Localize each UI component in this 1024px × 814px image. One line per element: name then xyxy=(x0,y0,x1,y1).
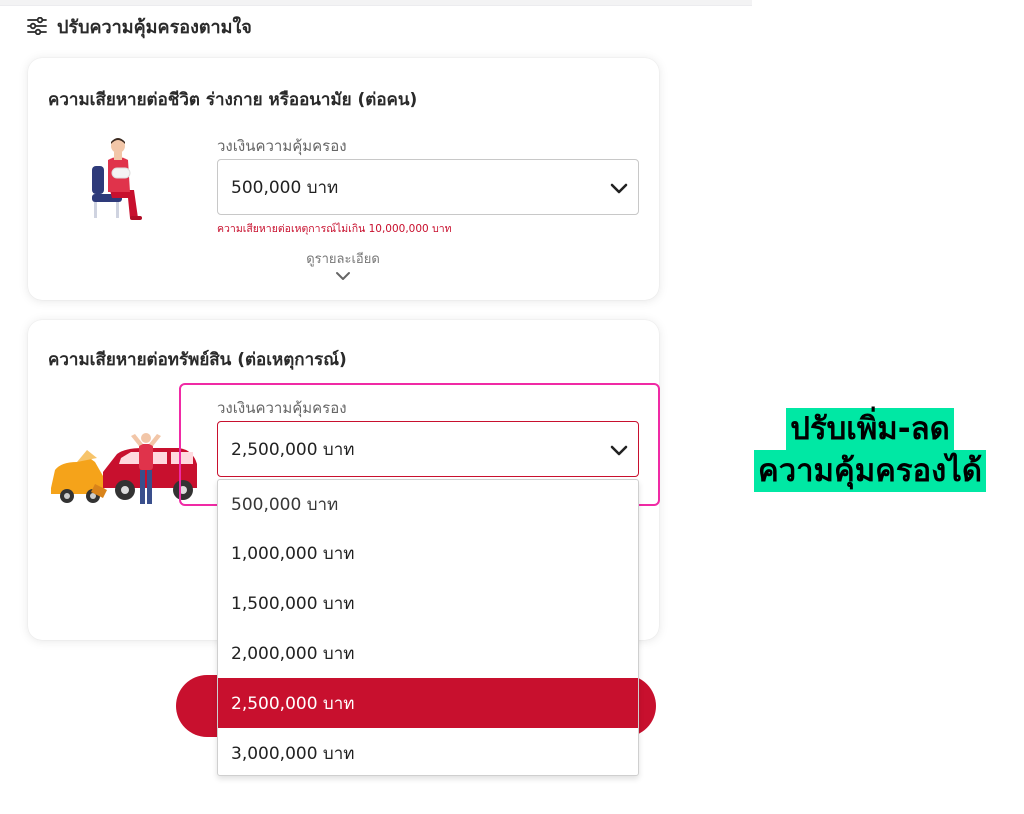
dropdown-option[interactable]: 2,000,000 บาท xyxy=(218,628,638,678)
bodily-injury-title: ความเสียหายต่อชีวิต ร่างกาย หรืออนามัย (… xyxy=(48,90,418,110)
bodily-injury-coverage-select[interactable]: 500,000 บาท xyxy=(217,159,639,215)
car-accident-illustration xyxy=(47,432,199,522)
bodily-injury-card: ความเสียหายต่อชีวิต ร่างกาย หรืออนามัย (… xyxy=(28,58,659,300)
dropdown-option[interactable]: 500,000 บาท xyxy=(218,480,638,528)
dropdown-option[interactable]: 1,000,000 บาท xyxy=(218,528,638,578)
property-damage-title: ความเสียหายต่อทรัพย์สิน (ต่อเหตุการณ์) xyxy=(48,350,347,370)
top-divider xyxy=(0,0,752,6)
coverage-settings-page: ปรับความคุ้มครองตามใจ ความเสียหายต่อชีวิ… xyxy=(0,0,1024,814)
annotation-line-2: ความคุ้มครองได้ xyxy=(753,450,987,492)
coverage-limit-label: วงเงินความคุ้มครอง xyxy=(217,399,347,417)
promo-annotation: ปรับเพิ่ม-ลด ความคุ้มครองได้ xyxy=(740,408,1000,492)
dropdown-option[interactable]: 3,000,000 บาท xyxy=(218,728,638,775)
selected-value: 2,500,000 บาท xyxy=(231,439,355,460)
annotation-line-1: ปรับเพิ่ม-ลด xyxy=(786,408,954,450)
section-heading: ปรับความคุ้มครองตามใจ xyxy=(27,14,252,38)
dropdown-option-selected[interactable]: 2,500,000 บาท xyxy=(218,678,638,728)
dropdown-option[interactable]: 1,500,000 บาท xyxy=(218,578,638,628)
chevron-down-icon xyxy=(610,442,628,462)
section-title: ปรับความคุ้มครองตามใจ xyxy=(57,16,252,38)
chevron-down-icon xyxy=(610,180,628,200)
view-details-label: ดูรายละเอียด xyxy=(306,252,380,267)
injured-person-illustration xyxy=(86,138,156,226)
property-damage-coverage-select[interactable]: 2,500,000 บาท xyxy=(217,421,639,477)
sliders-icon xyxy=(27,17,47,35)
per-incident-limit-note: ความเสียหายต่อเหตุการณ์ไม่เกิน 10,000,00… xyxy=(217,223,452,235)
coverage-limit-label: วงเงินความคุ้มครอง xyxy=(217,137,347,155)
chevron-down-icon xyxy=(336,272,350,280)
selected-value: 500,000 บาท xyxy=(231,177,339,198)
coverage-options-dropdown: 500,000 บาท 1,000,000 บาท 1,500,000 บาท … xyxy=(217,479,639,776)
view-details-link[interactable]: ดูรายละเอียด xyxy=(278,248,408,281)
